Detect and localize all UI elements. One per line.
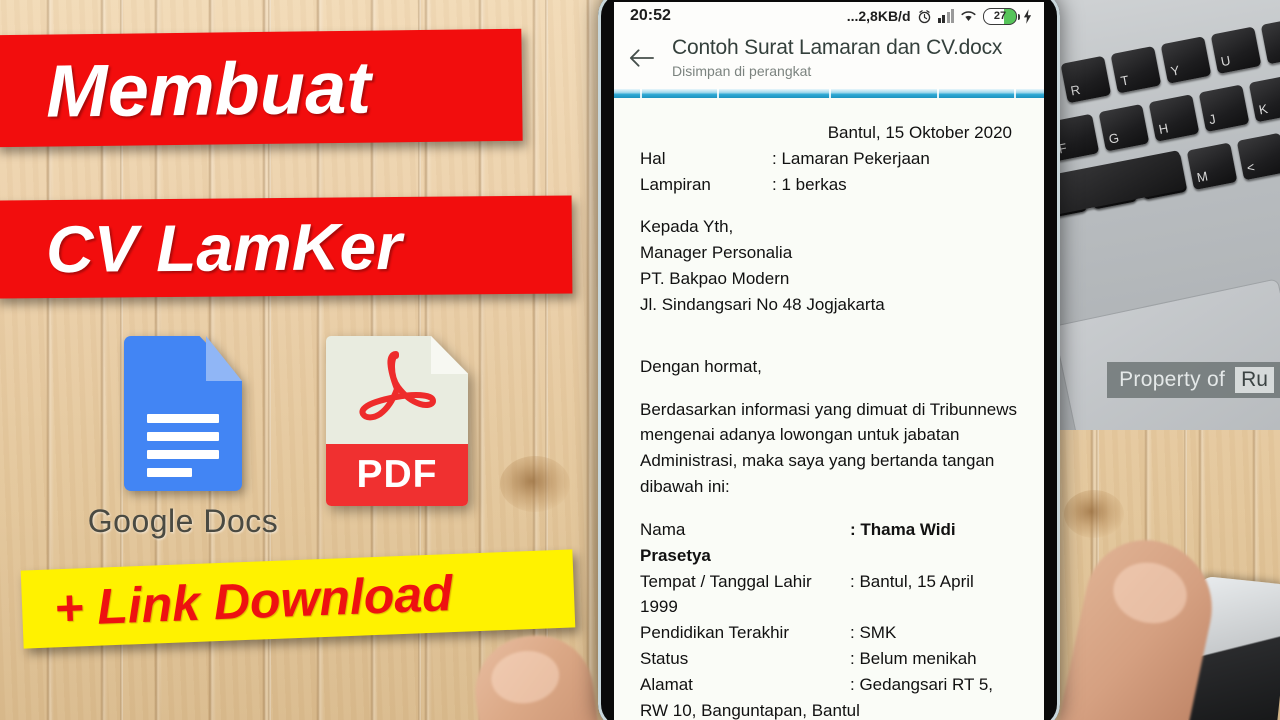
google-docs-icon <box>124 336 242 491</box>
document-field-row: Hal : Lamaran Pekerjaan <box>640 146 1018 172</box>
google-docs-label: Google Docs <box>87 503 279 539</box>
back-arrow-icon[interactable] <box>628 47 672 69</box>
field-value: : Bantul, 15 April <box>850 571 974 591</box>
key-cap: G <box>1098 103 1150 152</box>
key-cap: J <box>1198 84 1250 133</box>
signal-bars-icon <box>937 8 954 23</box>
phone-device: 20:52 ...2,8KB/d 27 Contoh Surat Lamaran… <box>598 0 1060 720</box>
key-cap: U <box>1210 26 1262 75</box>
key-cap: T <box>1110 45 1162 94</box>
document-ruler[interactable] <box>614 89 1044 98</box>
laptop-trackpad <box>1052 278 1280 430</box>
laptop-photo: R T Y U F G H J K V B N M < Property of … <box>1044 0 1280 430</box>
field-value: : Thama Widi <box>850 519 956 539</box>
field-value-wrap: RW 10, Banguntapan, Bantul <box>640 700 860 720</box>
key-cap: K <box>1248 74 1280 123</box>
banner-membuat-text: Membuat <box>45 45 372 133</box>
recipient-line: PT. Bakpao Modern <box>640 269 790 289</box>
pdf-label-band: PDF <box>326 444 468 506</box>
field-value-wrap: 1999 <box>640 597 678 617</box>
field-label: Hal <box>640 148 666 168</box>
battery-icon: 27 <box>983 7 1020 25</box>
field-value: : Belum menikah <box>850 649 977 669</box>
field-label: Status <box>640 649 689 669</box>
field-label: Nama <box>640 519 686 539</box>
status-time: 20:52 <box>630 7 671 24</box>
battery-level: 27 <box>993 10 1007 22</box>
pdf-label: PDF <box>356 453 438 496</box>
charging-bolt-icon <box>1023 8 1032 24</box>
status-data-rate: ...2,8KB/d <box>846 8 911 24</box>
status-bar: 20:52 ...2,8KB/d 27 <box>614 2 1044 30</box>
applicant-field-row: Nama : Thama Widi <box>640 517 1018 543</box>
banner-cv-lamker-text: CV LamKer <box>45 208 403 287</box>
pdf-file-icon: PDF <box>326 336 468 506</box>
phone-screen: 20:52 ...2,8KB/d 27 Contoh Surat Lamaran… <box>614 2 1044 720</box>
watermark-overlay: Property of Ru <box>1107 362 1280 398</box>
banner-cv-lamker: CV LamKer <box>0 195 573 299</box>
field-label: Pendidikan Terakhir <box>640 623 789 643</box>
key-cap: R <box>1060 55 1112 104</box>
key-cap <box>1260 16 1280 65</box>
acrobat-swirl-icon <box>359 351 436 421</box>
banner-membuat: Membuat <box>0 28 523 148</box>
recipient-line: Manager Personalia <box>640 243 793 263</box>
field-label: Tempat / Tanggal Lahir <box>640 571 812 591</box>
field-value: : 1 berkas <box>772 174 847 194</box>
document-subtitle: Disimpan di perangkat <box>672 63 812 79</box>
applicant-field-row: Pendidikan Terakhir : SMK <box>640 620 1018 646</box>
document-title: Contoh Surat Lamaran dan CV.docx <box>672 36 1003 59</box>
applicant-field-row: Alamat : Gedangsari RT 5, <box>640 672 1018 698</box>
field-value-wrap: Prasetya <box>640 545 711 565</box>
recipient-line: Kepada Yth, <box>640 217 734 237</box>
field-value: : Gedangsari RT 5, <box>850 674 994 694</box>
document-date: Bantul, 15 Oktober 2020 <box>827 123 1012 142</box>
salutation: Dengan hormat, <box>640 356 762 376</box>
field-label: Alamat <box>640 674 693 694</box>
field-value: : Lamaran Pekerjaan <box>772 148 930 168</box>
watermark-text: Property of <box>1119 368 1226 391</box>
document-page[interactable]: Bantul, 15 Oktober 2020 Hal : Lamaran Pe… <box>614 98 1044 720</box>
field-value: : SMK <box>850 623 897 643</box>
wifi-icon <box>961 11 976 22</box>
thumbnail-canvas: R T Y U F G H J K V B N M < Property of … <box>0 0 1280 720</box>
applicant-fields: Nama : Thama Widi Prasetya Tempat / Tang… <box>640 517 1018 720</box>
applicant-field-row: Status : Belum menikah <box>640 646 1018 672</box>
watermark-box-text: Ru <box>1235 367 1274 393</box>
body-paragraph: Berdasarkan informasi yang dimuat di Tri… <box>640 399 1018 497</box>
recipient-line: Jl. Sindangsari No 48 Jogjakarta <box>640 294 885 314</box>
alarm-clock-icon <box>918 9 930 23</box>
google-docs-logo-group: Google Docs <box>78 336 288 540</box>
key-cap: Y <box>1160 36 1212 84</box>
key-cap: < <box>1236 132 1280 181</box>
banner-link-download-text: + Link Download <box>53 565 454 637</box>
app-bar: Contoh Surat Lamaran dan CV.docx Disimpa… <box>614 30 1044 89</box>
key-cap: H <box>1148 94 1200 142</box>
key-cap: M <box>1186 142 1238 191</box>
field-label: Lampiran <box>640 174 711 194</box>
applicant-field-row: Tempat / Tanggal Lahir : Bantul, 15 Apri… <box>640 569 1018 595</box>
document-field-row: Lampiran : 1 berkas <box>640 172 1018 198</box>
spacebar-key <box>1044 150 1187 218</box>
